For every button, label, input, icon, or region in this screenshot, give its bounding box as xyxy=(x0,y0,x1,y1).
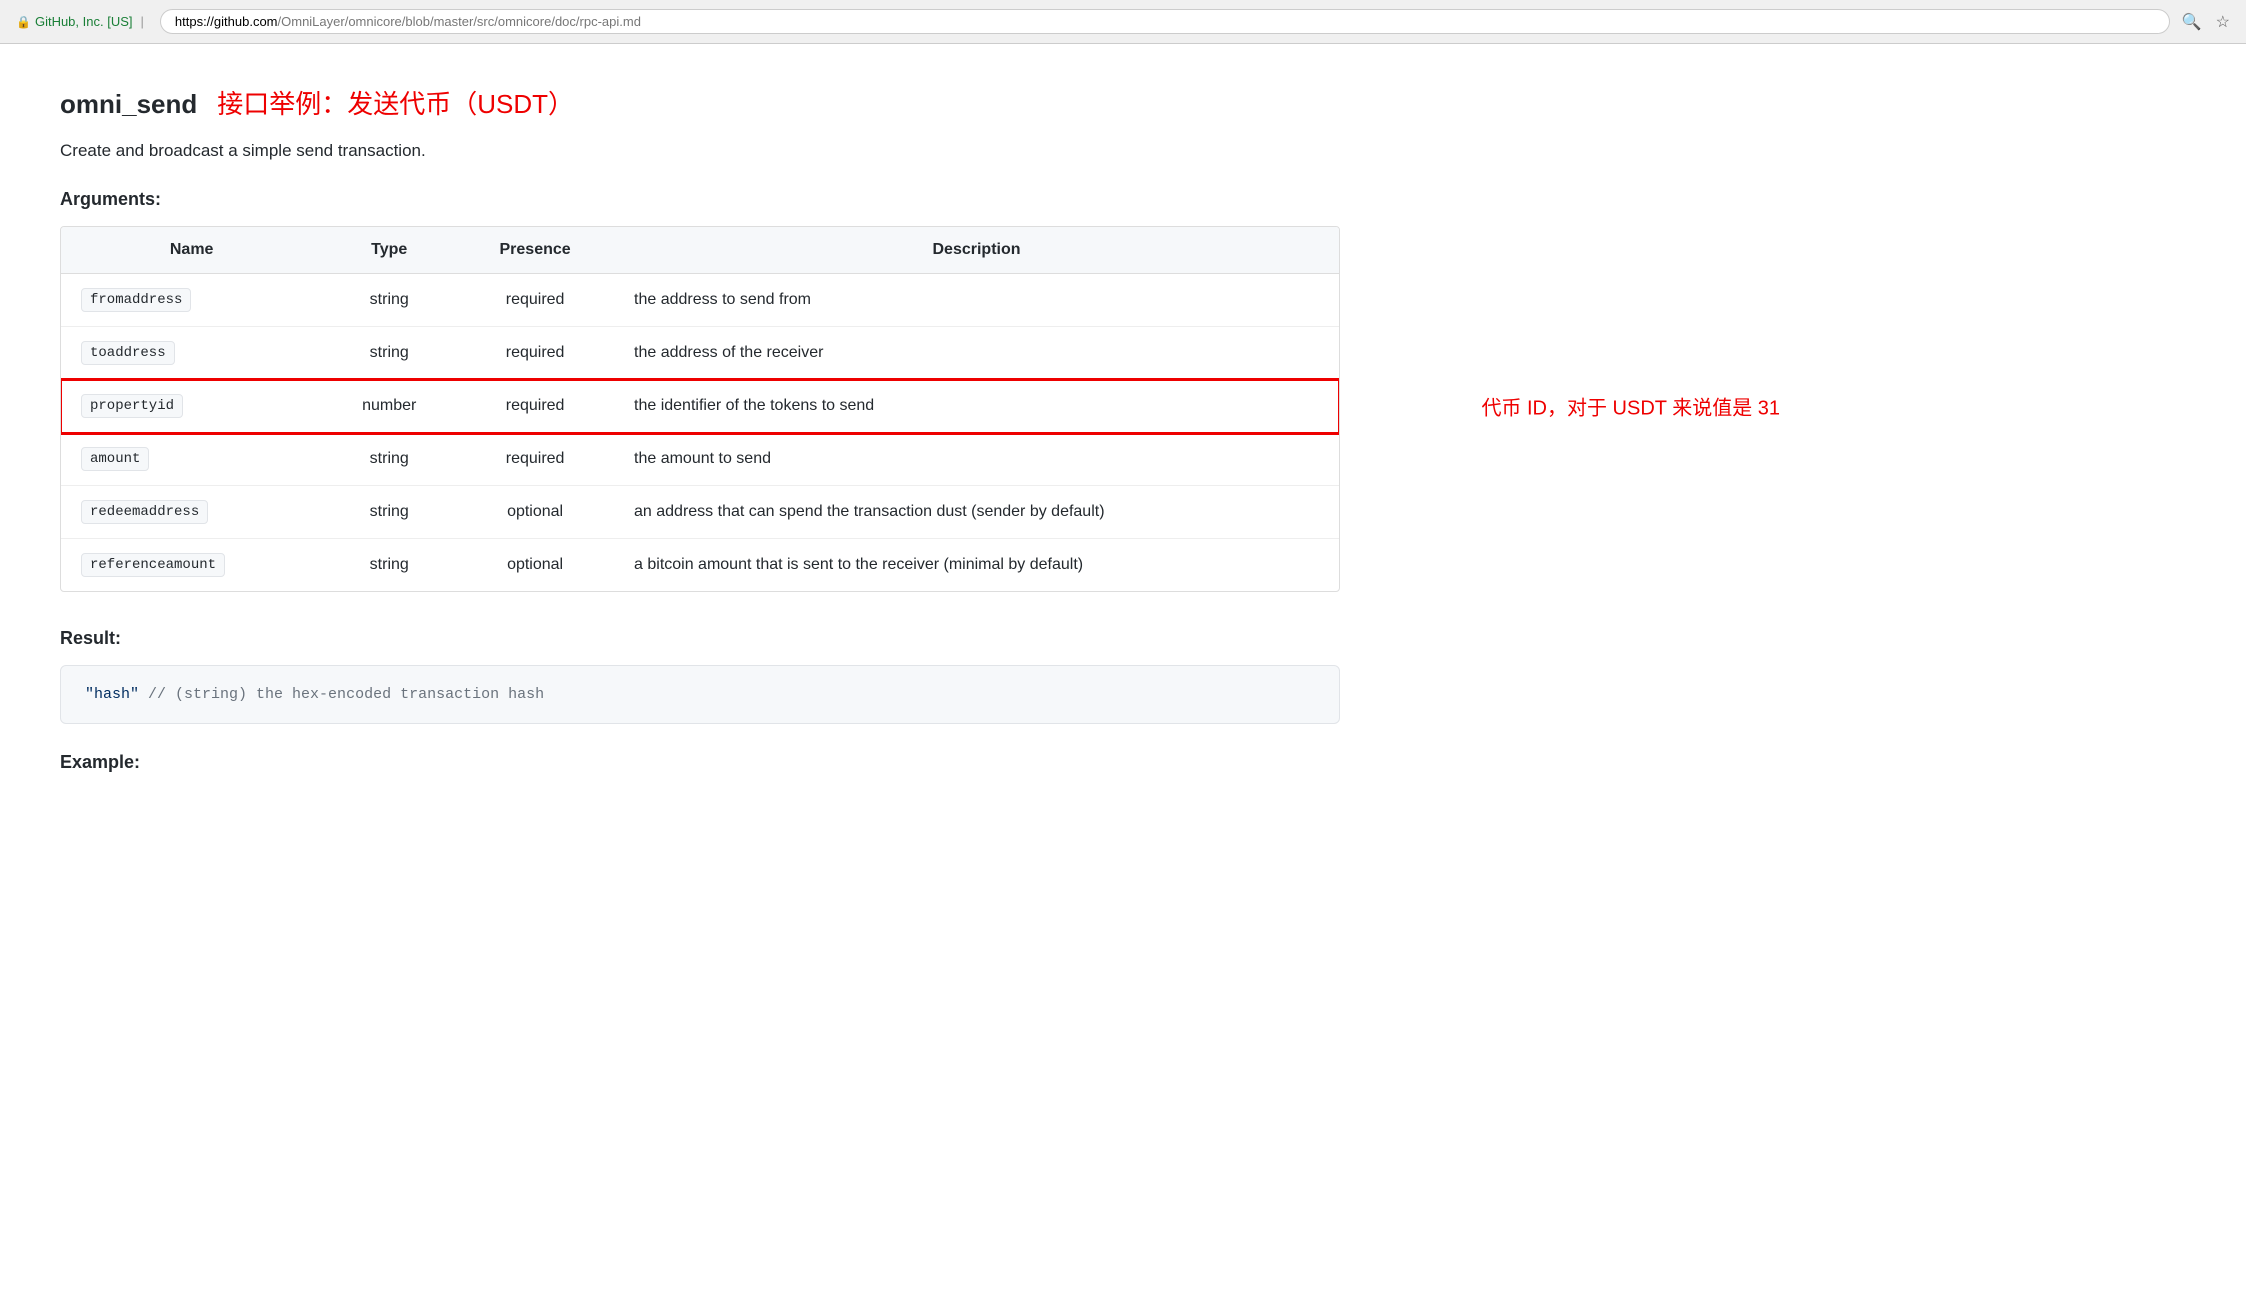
api-name: omni_send xyxy=(60,89,197,120)
cell-description: the amount to send xyxy=(614,433,1339,486)
cell-type: string xyxy=(322,327,456,380)
cell-type: string xyxy=(322,486,456,539)
param-name-code: fromaddress xyxy=(81,288,191,312)
cell-name: toaddress xyxy=(61,327,322,380)
table-header-row: Name Type Presence Description xyxy=(61,227,1339,274)
lock-icon: 🔒 xyxy=(16,15,31,29)
cell-name: redeemaddress xyxy=(61,486,322,539)
propertyid-annotation: 代币 ID，对于 USDT 来说值是 31 xyxy=(1481,392,1780,421)
cell-description: the address of the receiver xyxy=(614,327,1339,380)
example-section: Example: xyxy=(60,752,1340,773)
browser-action-icons: 🔍 ☆ xyxy=(2182,12,2230,32)
arguments-table-outer: Name Type Presence Description fromaddre… xyxy=(60,226,1340,592)
col-description: Description xyxy=(614,227,1339,274)
cell-name: propertyid xyxy=(61,380,322,433)
result-code-comment-text: // (string) the hex-encoded transaction … xyxy=(148,686,544,703)
table-row: fromaddress stringrequiredthe address to … xyxy=(61,274,1339,327)
cell-presence: required xyxy=(456,380,614,433)
url-domain: https://github.com xyxy=(175,14,278,29)
cell-presence: required xyxy=(456,274,614,327)
arguments-table: Name Type Presence Description fromaddre… xyxy=(61,227,1339,591)
param-name-code: redeemaddress xyxy=(81,500,208,524)
arguments-section: Arguments: Name Type Presence Descriptio… xyxy=(60,189,1340,592)
security-label: GitHub, Inc. [US] xyxy=(35,14,133,29)
bookmark-icon[interactable]: ☆ xyxy=(2216,12,2230,32)
arguments-heading: Arguments: xyxy=(60,189,1340,210)
table-row: redeemaddress stringoptionalan address th… xyxy=(61,486,1339,539)
cell-presence: optional xyxy=(456,539,614,592)
cell-name: amount xyxy=(61,433,322,486)
browser-chrome: 🔒 GitHub, Inc. [US] | https://github.com… xyxy=(0,0,2246,44)
cell-name: referenceamount xyxy=(61,539,322,592)
title-row: omni_send 接口举例：发送代币（USDT） xyxy=(60,84,1340,121)
cell-presence: required xyxy=(456,433,614,486)
url-bar[interactable]: https://github.com /OmniLayer/omnicore/b… xyxy=(160,9,2170,34)
table-row: referenceamount stringoptionala bitcoin a… xyxy=(61,539,1339,592)
param-name-code: amount xyxy=(81,447,149,471)
cell-type: string xyxy=(322,433,456,486)
arguments-table-wrapper: Name Type Presence Description fromaddre… xyxy=(60,226,1340,592)
param-name-code: toaddress xyxy=(81,341,175,365)
table-row: toaddress stringrequiredthe address of th… xyxy=(61,327,1339,380)
cell-type: string xyxy=(322,274,456,327)
result-code-block: "hash" // (string) the hex-encoded trans… xyxy=(60,665,1340,724)
search-icon[interactable]: 🔍 xyxy=(2182,12,2202,32)
page-content: omni_send 接口举例：发送代币（USDT） Create and bro… xyxy=(0,44,1400,829)
url-path: /OmniLayer/omnicore/blob/master/src/omni… xyxy=(278,14,641,29)
param-name-code: propertyid xyxy=(81,394,183,418)
cell-type: number xyxy=(322,380,456,433)
col-name: Name xyxy=(61,227,322,274)
security-badge: 🔒 GitHub, Inc. [US] | xyxy=(16,14,148,29)
cell-presence: required xyxy=(456,327,614,380)
cell-description: a bitcoin amount that is sent to the rec… xyxy=(614,539,1339,592)
result-section: Result: "hash" // (string) the hex-encod… xyxy=(60,628,1340,724)
cell-presence: optional xyxy=(456,486,614,539)
cell-type: string xyxy=(322,539,456,592)
example-heading: Example: xyxy=(60,752,1340,773)
param-name-code: referenceamount xyxy=(81,553,225,577)
cell-description: an address that can spend the transactio… xyxy=(614,486,1339,539)
cell-name: fromaddress xyxy=(61,274,322,327)
result-heading: Result: xyxy=(60,628,1340,649)
col-presence: Presence xyxy=(456,227,614,274)
table-row: propertyid numberrequiredthe identifier o… xyxy=(61,380,1339,433)
cell-description: the identifier of the tokens to send xyxy=(614,380,1339,433)
api-subtitle: 接口举例：发送代币（USDT） xyxy=(217,84,574,121)
col-type: Type xyxy=(322,227,456,274)
table-row: amount stringrequiredthe amount to send xyxy=(61,433,1339,486)
api-description: Create and broadcast a simple send trans… xyxy=(60,141,1340,161)
result-code-string: "hash" xyxy=(85,686,139,703)
cell-description: the address to send from xyxy=(614,274,1339,327)
url-separator: | xyxy=(141,14,144,29)
